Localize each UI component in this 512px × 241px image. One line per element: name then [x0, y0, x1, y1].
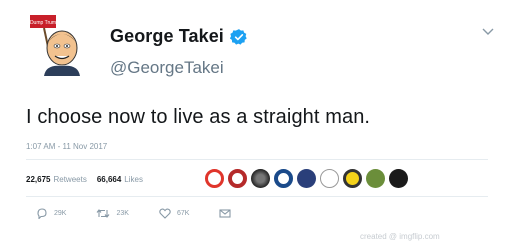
verified-badge-icon: [229, 28, 247, 45]
watermark: created @ imgflip.com: [360, 232, 440, 241]
liker-avatar[interactable]: [274, 169, 293, 188]
liker-avatar[interactable]: [297, 169, 316, 188]
likes-count[interactable]: 66,664: [97, 175, 121, 184]
avatar[interactable]: Dump Trum: [26, 12, 92, 76]
display-name[interactable]: George Takei: [110, 26, 224, 47]
likes-label[interactable]: Likes: [124, 175, 143, 184]
direct-message-button[interactable]: [219, 208, 237, 219]
reply-button[interactable]: 29K: [36, 208, 66, 219]
envelope-icon: [219, 209, 231, 218]
retweet-count: 23K: [116, 210, 129, 217]
reply-count: 29K: [54, 210, 67, 217]
like-button[interactable]: 67K: [159, 208, 189, 219]
retweet-icon: [97, 209, 110, 218]
liker-avatar[interactable]: [251, 169, 270, 188]
liker-avatar[interactable]: [343, 169, 362, 188]
liker-avatar[interactable]: [366, 169, 385, 188]
divider: [26, 196, 488, 197]
retweet-button[interactable]: 23K: [96, 208, 129, 219]
like-count: 67K: [176, 210, 190, 217]
divider: [26, 159, 488, 160]
retweets-count[interactable]: 22,675: [26, 175, 50, 184]
heart-icon: [159, 208, 171, 219]
liker-avatar[interactable]: [228, 169, 247, 188]
tweet-timestamp[interactable]: 1:07 AM - 11 Nov 2017: [26, 142, 107, 151]
liker-avatar[interactable]: [205, 169, 224, 188]
liker-avatar[interactable]: [320, 169, 339, 188]
tweet-text: I choose now to live as a straight man.: [26, 106, 371, 128]
reply-icon: [37, 208, 47, 219]
avatar-sign-text: Dump Trum: [30, 20, 56, 26]
liker-avatar[interactable]: [389, 169, 408, 188]
liker-avatars: [205, 169, 412, 188]
chevron-down-icon[interactable]: [482, 28, 494, 36]
retweets-label[interactable]: Retweets: [53, 175, 86, 184]
tweet-actions: 29K 23K 67K: [36, 208, 267, 219]
user-handle[interactable]: @GeorgeTakei: [110, 58, 224, 78]
engagement-stats: 22,675 Retweets 66,664 Likes: [26, 175, 143, 184]
